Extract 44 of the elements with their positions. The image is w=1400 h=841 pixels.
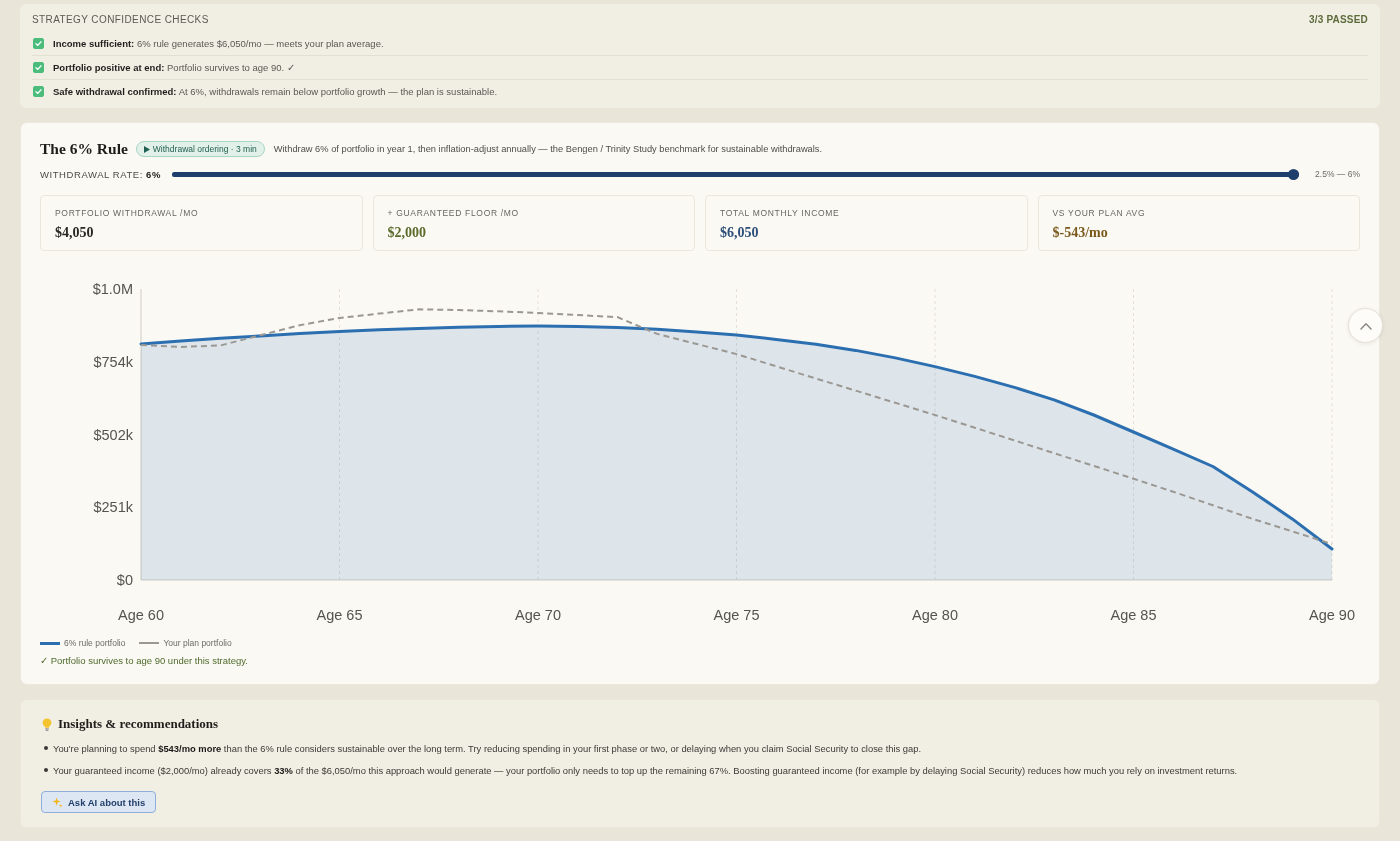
x-axis-tick-label: Age 85 — [1110, 607, 1157, 623]
y-axis-tick-label: $0 — [116, 572, 133, 588]
stat-value: $2,000 — [387, 225, 426, 241]
y-axis-tick-label: $1.0M — [92, 281, 133, 297]
check-text: Portfolio positive at end: Portfolio survives to age 90. ✓ — [53, 62, 295, 73]
check-text: Income sufficient: 6% rule generates $6,050/mo — meets your plan average. — [53, 38, 384, 49]
bullet-icon — [44, 746, 48, 750]
stat-label: TOTAL MONTHLY INCOME — [720, 208, 840, 219]
insight-text: Your guaranteed income ($2,000/mo) already covers 33% of the $6,050/mo this approach would generate — your portfolio only needs to top up the remaining 67%. Boosting guaranteed income (for example by delaying Social Security) reduces how much you rely on investment returns. — [53, 764, 1238, 776]
slider-label: WITHDRAWAL RATE: 6% — [40, 168, 162, 180]
sparkle-icon — [52, 796, 63, 808]
bullet-icon — [44, 768, 48, 772]
ask-ai-button[interactable]: Ask AI about this — [41, 791, 157, 813]
legend-label: 6% rule portfolio — [64, 638, 126, 648]
stat-label: PORTFOLIO WITHDRAWAL /MO — [55, 208, 199, 219]
guide-link-badge[interactable]: Withdrawal ordering · 3 min — [135, 141, 265, 157]
x-axis-tick-label: Age 80 — [912, 607, 958, 623]
x-axis-tick-label: Age 75 — [713, 607, 760, 623]
y-axis-tick-label: $251k — [93, 499, 133, 516]
stat-label: VS YOUR PLAN AVG — [1052, 208, 1146, 219]
legend-label: Your plan portfolio — [163, 638, 232, 648]
survival-note: ✓ Portfolio survives to age 90 under this strategy. — [40, 655, 249, 667]
slider-thumb[interactable] — [1288, 168, 1300, 180]
chevron-up-icon — [1359, 321, 1372, 330]
strategy-description: Withdraw 6% of portfolio in year 1, then inflation-adjust annually — the Bengen / Trinity Study benchmark for sustainable withdrawals. — [273, 144, 823, 154]
play-icon — [143, 145, 150, 153]
stat-value: $6,050 — [720, 225, 759, 241]
y-axis-tick-label: $502k — [93, 426, 133, 443]
x-axis-tick-label: Age 65 — [316, 607, 363, 623]
x-axis-tick-label: Age 90 — [1309, 607, 1355, 623]
strategy-title: The 6% Rule — [40, 140, 128, 158]
stat-value: $-543/mo — [1052, 225, 1108, 241]
panel-heading: STRATEGY CONFIDENCE CHECKS — [32, 14, 209, 25]
stat-label: + GUARANTEED FLOOR /MO — [387, 208, 519, 219]
x-axis-tick-label: Age 60 — [118, 607, 164, 623]
x-axis-tick-label: Age 70 — [515, 607, 561, 623]
passed-count: 3/3 PASSED — [1308, 14, 1368, 25]
insight-text: You're planning to spend $543/mo more than the 6% rule considers sustainable over the long term. Try reducing spending in your first phase or two, or delaying when you claim Social Security to close this gap. — [53, 742, 922, 754]
check-text: Safe withdrawal confirmed: At 6%, withdrawals remain below portfolio growth — the plan is sustainable. — [53, 86, 498, 97]
slider-range-text: 2.5% — 6% — [1315, 169, 1360, 179]
y-axis-tick-label: $754k — [93, 353, 133, 370]
section-title: Insights & recommendations — [58, 716, 219, 732]
lightbulb-icon — [42, 717, 52, 731]
stat-value: $4,050 — [55, 225, 94, 241]
